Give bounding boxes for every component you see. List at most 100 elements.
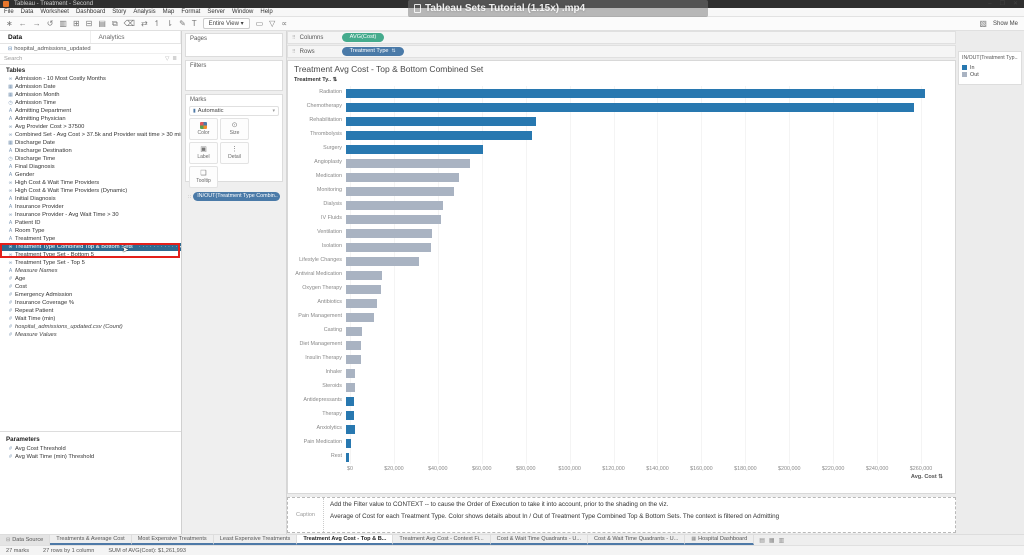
color-legend[interactable]: IN/OUT(Treatment Typ... In Out [958, 51, 1022, 85]
bar-thrombolysis[interactable] [346, 130, 532, 140]
bar-chemotherapy[interactable] [346, 102, 915, 112]
bar-antidepressants[interactable] [346, 396, 355, 406]
field-wait-time-min[interactable]: # Wait Time (min) [0, 315, 181, 323]
bar-monitoring[interactable] [346, 186, 455, 196]
menu-data[interactable]: Data [21, 9, 34, 15]
duplicate-icon[interactable]: ⧉ [112, 19, 118, 29]
menu-map[interactable]: Map [163, 9, 175, 15]
field-final-diagnosis[interactable]: A Final Diagnosis [0, 163, 181, 171]
tableau-logo-icon[interactable]: ∗ [6, 19, 13, 29]
save-icon[interactable]: ▥ [59, 19, 67, 29]
replay-icon[interactable]: ↺ [47, 19, 54, 29]
parameter-avg-cost-threshold[interactable]: # Avg Cost Threshold [0, 445, 181, 453]
marks-button-color[interactable]: Color [189, 118, 218, 140]
bar-diet-management[interactable] [346, 340, 362, 350]
new-dashboard-icon[interactable]: ▦ [769, 537, 775, 544]
row-field-header[interactable]: Treatment Ty.. ⇅ [294, 77, 955, 86]
sheet-tab-cost-wait-time-quadrants-u[interactable]: Cost & Wait Time Quadrants - U... [490, 535, 589, 545]
filters-shelf[interactable]: Filters [185, 60, 283, 91]
new-story-icon[interactable]: ▥ [779, 537, 785, 544]
menu-analysis[interactable]: Analysis [133, 9, 155, 15]
menu-worksheet[interactable]: Worksheet [40, 9, 69, 15]
share-icon[interactable]: ∝ [281, 19, 287, 29]
field-patient-id[interactable]: A Patient ID [0, 219, 181, 227]
field-admitting-department[interactable]: A Admitting Department [0, 107, 181, 115]
menu-dashboard[interactable]: Dashboard [76, 9, 105, 15]
view-options-icon[interactable]: ≣ [172, 56, 177, 62]
mark-type-selector[interactable]: ▮ Automatic ▾ [189, 106, 279, 116]
menu-format[interactable]: Format [181, 9, 200, 15]
sheet-tab-treatment-avg-cost-top-b[interactable]: Treatment Avg Cost - Top & B... [297, 535, 394, 545]
menu-story[interactable]: Story [112, 9, 126, 15]
bar-therapy[interactable] [346, 410, 354, 420]
bar-angioplasty[interactable] [346, 158, 470, 168]
field-high-cost-wait-time-providers[interactable]: ∞ High Cost & Wait Time Providers [0, 179, 181, 187]
field-measure-names[interactable]: A Measure Names [0, 267, 181, 275]
forward-icon[interactable]: → [33, 19, 41, 29]
marks-button-size[interactable]: ⊙ Size [220, 118, 249, 140]
bar-antiviral-medication[interactable] [346, 270, 383, 280]
field-repeat-patient[interactable]: # Repeat Patient [0, 307, 181, 315]
marks-button-label[interactable]: ▣ Label [189, 142, 218, 164]
field-admission-month[interactable]: ▦ Admission Month [0, 91, 181, 99]
field-admission-time[interactable]: ◷ Admission Time [0, 99, 181, 107]
bar-antibiotics[interactable] [346, 298, 377, 308]
sheet-tab-data-source[interactable]: ⊟ Data Source [0, 535, 51, 545]
marks-button-detail[interactable]: ⋮ Detail [220, 142, 249, 164]
tab-analytics[interactable]: Analytics [91, 31, 181, 43]
back-icon[interactable]: ← [19, 19, 27, 29]
pages-shelf[interactable]: Pages [185, 33, 283, 57]
bar-casting[interactable] [346, 326, 362, 336]
parameter-avg-wait-time-min-threshold[interactable]: # Avg Wait Time (min) Threshold [0, 453, 181, 461]
datasource-connection[interactable]: ⊟ hospital_admissions_updated [0, 44, 181, 54]
caption-box[interactable]: Caption Add the Filter value to CONTEXT … [287, 497, 956, 533]
show-me-button[interactable]: Show Me [993, 21, 1018, 27]
field-age[interactable]: # Age [0, 275, 181, 283]
sort-icon[interactable]: ⇅ [392, 47, 396, 56]
field-treatment-type-combined-top-bottom-sets[interactable]: ∞ Treatment Type Combined Top & Bottom Se… [0, 243, 181, 251]
show-labels-icon[interactable]: T [192, 19, 197, 29]
bar-oxygen-therapy[interactable] [346, 284, 382, 294]
field-avg-provider-cost-37500[interactable]: ∞ Avg Provider Cost > 37500 [0, 123, 181, 131]
field-emergency-admission[interactable]: # Emergency Admission [0, 291, 181, 299]
rows-shelf[interactable]: ⠿ Rows Treatment Type ⇅ [287, 45, 956, 58]
marks-color-pill[interactable]: IN/OUT(Treatment Type Combin.. [193, 192, 280, 201]
sheet-tab-most-expensive-treatments[interactable]: Most Expensive Treatments [131, 535, 214, 545]
highlight-icon[interactable]: ✎ [179, 19, 186, 29]
bar-dialysis[interactable] [346, 200, 444, 210]
rows-pill-treatment-type[interactable]: Treatment Type ⇅ [341, 47, 404, 56]
sheet-tab-cost-wait-time-quadrants-u[interactable]: Cost & Wait Time Quadrants - U... [588, 535, 686, 545]
legend-item-in[interactable]: In [962, 64, 1018, 71]
field-admitting-physician[interactable]: A Admitting Physician [0, 115, 181, 123]
bar-surgery[interactable] [346, 144, 484, 154]
field-insurance-provider-avg-wait-time-30[interactable]: ∞ Insurance Provider - Avg Wait Time > 30 [0, 211, 181, 219]
clear-sheet-icon[interactable]: ⌫ [124, 19, 135, 29]
field-hospital-admissions-updated-csv-count[interactable]: # hospital_admissions_updated.csv (Count) [0, 323, 181, 331]
sort-ascending-icon[interactable]: ↿ [154, 19, 161, 29]
swap-axes-icon[interactable]: ⇄ [141, 19, 148, 29]
field-measure-values[interactable]: # Measure Values [0, 331, 181, 339]
columns-shelf[interactable]: ⠿ Columns AVG(Cost) [287, 31, 956, 44]
field-treatment-type[interactable]: A Treatment Type [0, 235, 181, 243]
bar-isolation[interactable] [346, 242, 432, 252]
menu-window[interactable]: Window [232, 9, 253, 15]
field-insurance-provider[interactable]: A Insurance Provider [0, 203, 181, 211]
sheet-tab-treatment-avg-cost-context-fi[interactable]: Treatment Avg Cost - Context Fi... [393, 535, 491, 545]
field-gender[interactable]: A Gender [0, 171, 181, 179]
minimize-icon[interactable]: – [988, 0, 991, 8]
bar-medication[interactable] [346, 172, 459, 182]
bar-insulin-therapy[interactable] [346, 354, 362, 364]
bar-iv-fluids[interactable] [346, 214, 442, 224]
bar-anxiolytics[interactable] [346, 424, 355, 434]
search-field[interactable]: Search ▽ ≣ [0, 54, 181, 65]
field-discharge-date[interactable]: ▦ Discharge Date [0, 139, 181, 147]
maximize-icon[interactable]: ❐ [1000, 0, 1005, 8]
fit-selector[interactable]: Entire View ▾ [202, 18, 250, 29]
field-combined-set-avg-cost-37-5k-and-provider-wait-time-30-min[interactable]: ∞ Combined Set - Avg Cost > 37.5k and Pro… [0, 131, 181, 139]
marks-button-tooltip[interactable]: ❑ Tooltip [189, 166, 218, 188]
bar-pain-management[interactable] [346, 312, 374, 322]
menu-help[interactable]: Help [260, 9, 272, 15]
field-treatment-type-set-top-5[interactable]: ∞ Treatment Type Set - Top 5 [0, 259, 181, 267]
pause-updates-icon[interactable]: ⊟ [86, 19, 93, 29]
field-treatment-type-set-bottom-5[interactable]: ∞ Treatment Type Set - Bottom 5 [0, 251, 181, 259]
